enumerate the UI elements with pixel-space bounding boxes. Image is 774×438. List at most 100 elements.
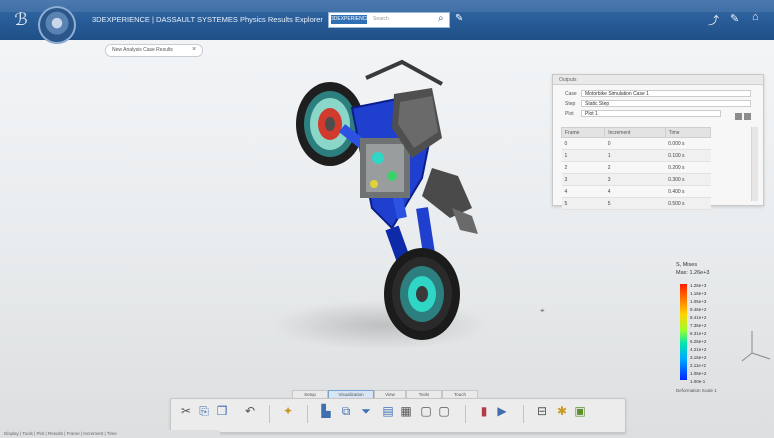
tag-icon[interactable]: ✎ — [455, 13, 463, 24]
table-cell: 0.100 s — [665, 149, 711, 162]
legend-tick: 1.16e+3 — [690, 291, 707, 296]
motorbike-model[interactable] — [282, 58, 512, 358]
paste-icon[interactable]: ❐ — [215, 404, 229, 418]
close-icon[interactable]: × — [192, 46, 196, 53]
clip-icon[interactable]: ⧉ — [339, 404, 353, 418]
table-row[interactable]: 2 2 0.200 s — [561, 161, 711, 174]
table-icon[interactable]: ▦ — [399, 404, 413, 418]
table-cell: 0.400 s — [665, 185, 711, 198]
grid-icon[interactable] — [735, 113, 742, 120]
column-header[interactable]: Increment — [604, 127, 666, 138]
ruler-icon[interactable]: ⊟ — [535, 404, 549, 418]
frames-table[interactable]: Frame Increment Time 0 0 0.000 s 1 1 0.100 s… — [560, 127, 712, 210]
front-wheel — [384, 248, 460, 340]
legend-tick: 2.11e+2 — [690, 363, 707, 368]
toolbar-divider — [269, 405, 270, 423]
undo-icon[interactable]: ↶ — [243, 404, 257, 418]
legend-note: Deformation Scale 1 — [676, 388, 717, 393]
legend-tick: 6.31e+2 — [690, 331, 707, 336]
settings-icon[interactable]: ✎ — [730, 12, 739, 25]
panel-header[interactable]: Outputs — [553, 75, 763, 85]
home-icon[interactable]: ⌂ — [752, 11, 759, 23]
brand-logo-icon: ℬ — [14, 10, 28, 29]
plot-select[interactable]: Plot 1 — [581, 110, 721, 117]
capture-icon[interactable]: ✱ — [555, 404, 569, 418]
table-cell: 5 — [561, 197, 605, 210]
field-label: Plot — [565, 111, 574, 117]
table-cell: 0 — [604, 137, 666, 150]
table-cell: 4 — [604, 185, 666, 198]
legend-tick: 1.26e+3 — [690, 283, 707, 288]
search-scope[interactable]: 3DEXPERIENCE — [331, 15, 370, 24]
panel-scrollbar[interactable] — [751, 127, 758, 201]
legend-tick: 8.41e+2 — [690, 315, 707, 320]
copy-icon[interactable]: ⎘ — [197, 404, 211, 418]
search-icon[interactable]: ⌕ — [438, 12, 450, 26]
column-header[interactable]: Frame — [560, 127, 606, 138]
app-title: 3DEXPERIENCE | DASSAULT SYSTEMES Physics… — [92, 15, 323, 24]
table-cell: 1 — [604, 149, 666, 162]
table-cell: 2 — [561, 161, 605, 174]
outputs-panel[interactable]: Outputs Case Motorbike Simulation Case 1… — [552, 74, 764, 210]
legend-tick: 9.46e+2 — [690, 307, 707, 312]
sensor-icon[interactable]: ▮ — [477, 404, 491, 418]
table-cell: 0.300 s — [665, 173, 711, 186]
table-cell: 3 — [604, 173, 666, 186]
table-cell: 2 — [604, 161, 666, 174]
toolbar-divider — [465, 405, 466, 423]
plot-icon[interactable]: ✦ — [281, 404, 295, 418]
action-toolbar[interactable]: ✂ ⎘ ❐ ↶ ✦ ▙ ⧉ ⏷ ▤ ▦ ▢ ▢ ▮ ▶ ⊟ ✱ ▣ — [170, 398, 626, 433]
axis-triad-icon[interactable] — [738, 325, 774, 365]
table-row[interactable]: 4 4 0.400 s — [561, 185, 711, 198]
case-select[interactable]: Motorbike Simulation Case 1 — [581, 90, 751, 97]
share-icon[interactable]: ⤴ — [708, 12, 719, 28]
legend-tick: 1.05e+3 — [690, 299, 707, 304]
status-bar: Display | Tools | Plot | Results | Frame… — [0, 430, 220, 438]
export-icon[interactable] — [744, 113, 751, 120]
section-icon[interactable]: ▙ — [319, 404, 333, 418]
table-row[interactable]: 5 5 0.500 s — [561, 197, 711, 210]
report-icon[interactable]: ▣ — [573, 404, 587, 418]
rear-wheel — [296, 82, 364, 166]
legend-tick: 1.00e-1 — [690, 379, 706, 384]
compass-icon[interactable] — [38, 6, 76, 44]
search-placeholder: Search — [373, 16, 389, 22]
table-cell: 1 — [561, 149, 605, 162]
toolbar-divider — [307, 405, 308, 423]
panel-title: Outputs — [559, 77, 577, 83]
animate-icon[interactable]: ▶ — [495, 404, 509, 418]
table-cell: 0.000 s — [665, 137, 711, 150]
legend-tick: 7.36e+2 — [690, 323, 707, 328]
legend-tick: 3.16e+2 — [690, 355, 707, 360]
frame-icon[interactable]: ▢ — [419, 404, 433, 418]
table-row[interactable]: 3 3 0.300 s — [561, 173, 711, 186]
legend-tick: 4.21e+2 — [690, 347, 707, 352]
step-select[interactable]: Static Step — [581, 100, 751, 107]
field-case[interactable]: Case Motorbike Simulation Case 1 — [565, 90, 755, 98]
table-cell: 0.200 s — [665, 161, 711, 174]
field-step[interactable]: Step Static Step — [565, 100, 755, 108]
table-cell: 0 — [561, 137, 605, 150]
table-row[interactable]: 1 1 0.100 s — [561, 149, 711, 162]
frame-icon[interactable]: ▢ — [437, 404, 451, 418]
table-row[interactable]: 0 0 0.000 s — [561, 137, 711, 150]
chart-icon[interactable]: ▤ — [381, 404, 395, 418]
field-label: Case — [565, 91, 577, 97]
title-bar-shine — [0, 0, 774, 12]
table-cell: 0.500 s — [665, 197, 711, 210]
legend-tick: 5.26e+2 — [690, 339, 707, 344]
search-input[interactable]: 3DEXPERIENCE Search — [328, 12, 450, 28]
cut-icon[interactable]: ✂ — [179, 404, 193, 418]
filter-icon[interactable]: ⏷ — [359, 404, 373, 418]
field-label: Step — [565, 101, 576, 107]
field-plot[interactable]: Plot Plot 1 — [565, 110, 725, 118]
toolbar-divider — [523, 405, 524, 423]
column-header[interactable]: Time — [664, 127, 712, 138]
mouse-cursor-icon: ⌖ — [540, 306, 545, 315]
legend-subtitle: Max: 1.26e+3 — [676, 270, 710, 276]
tab-analysis-results[interactable]: New Analysis Case Results × — [105, 44, 203, 57]
legend-colorbar — [680, 284, 687, 380]
panel-actions[interactable] — [733, 113, 751, 122]
table-cell: 3 — [561, 173, 605, 186]
tab-label: New Analysis Case Results — [112, 47, 173, 53]
